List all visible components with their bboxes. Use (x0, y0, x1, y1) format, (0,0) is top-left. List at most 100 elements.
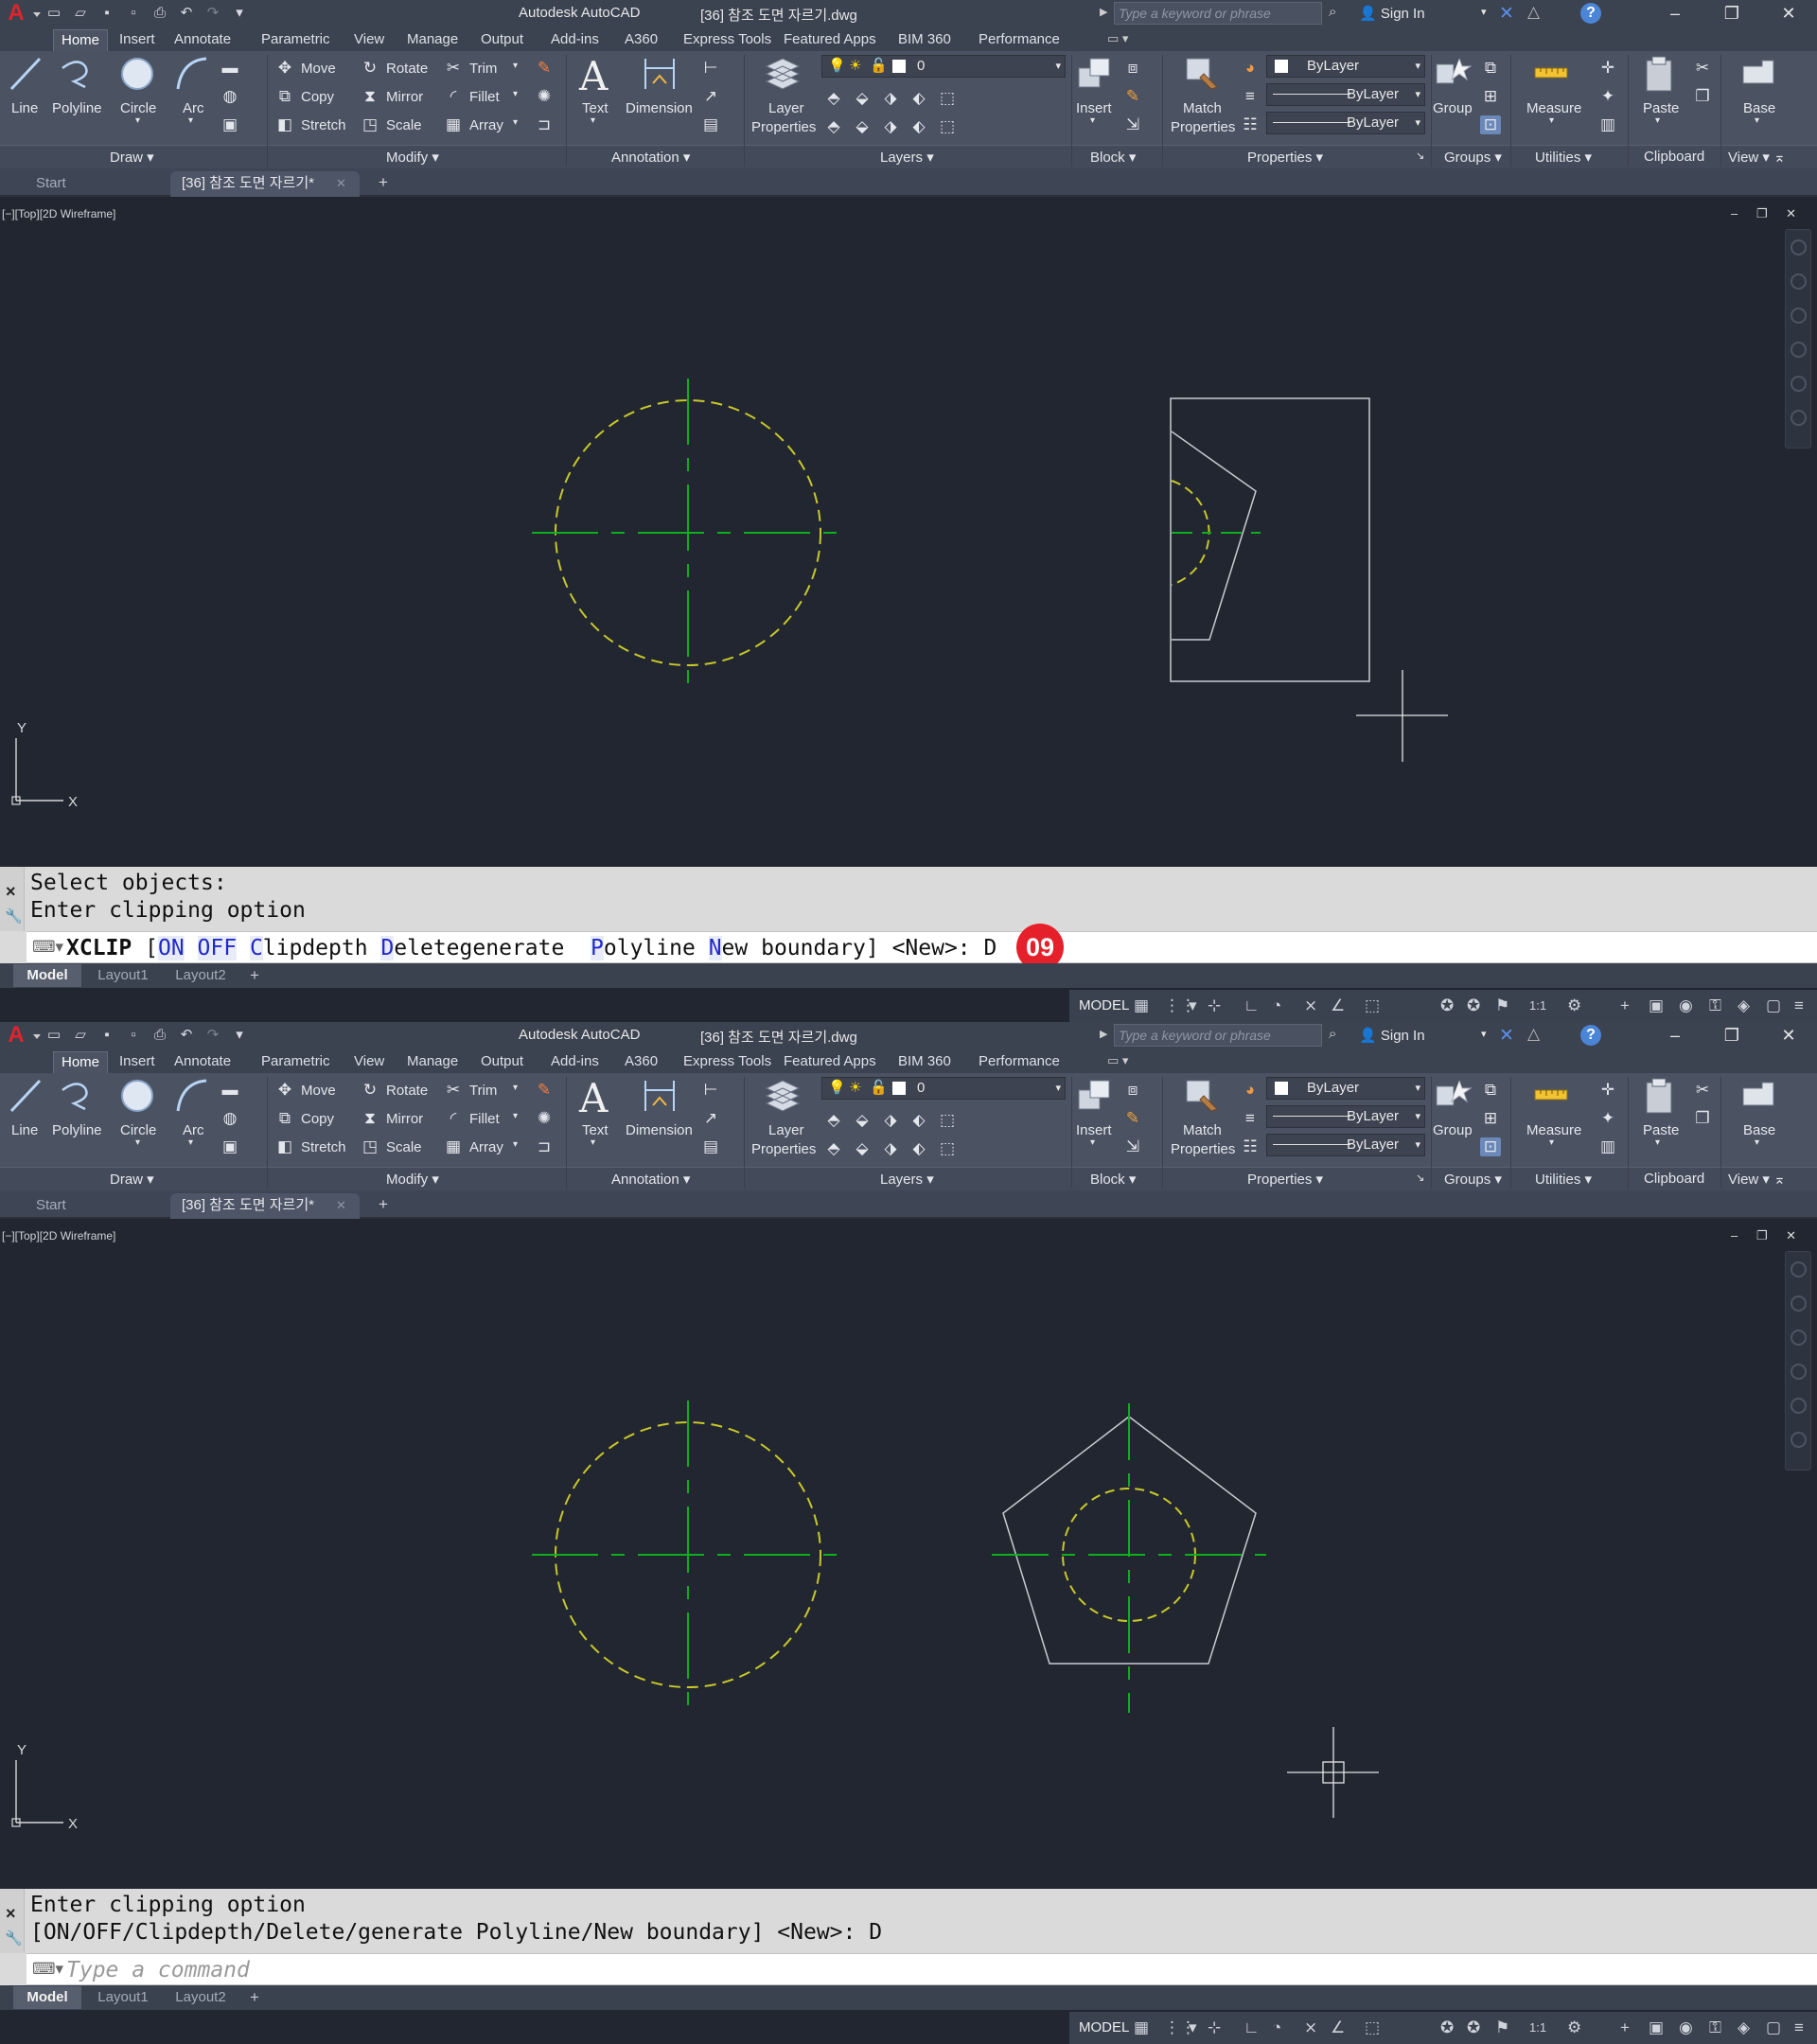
arc-icon[interactable] (172, 1077, 212, 1115)
insert-block-icon[interactable] (1075, 1077, 1115, 1115)
sign-in-button[interactable]: 👤 Sign In (1359, 1027, 1425, 1044)
ribbon-tab[interactable]: Featured Apps (776, 29, 884, 51)
object-snap-icon[interactable]: ⬚ (1365, 2018, 1380, 2038)
layer-tool-9-icon[interactable]: ⬖ (908, 117, 929, 136)
binoculars-icon[interactable]: ⌕ (1329, 1026, 1336, 1042)
help-icon[interactable]: ? (1580, 1025, 1601, 1046)
quick-select-icon[interactable]: ✛ (1597, 59, 1618, 78)
layers-panel-title[interactable]: Layers ▾ (880, 1171, 934, 1188)
app-menu-button[interactable]: A (2, 1023, 41, 1048)
auto-scale-icon[interactable]: ✪ (1467, 2018, 1480, 2038)
command-option-hotkey[interactable]: P (591, 936, 604, 960)
line-icon[interactable] (6, 55, 45, 93)
command-customize-icon[interactable]: 🔧 (5, 1929, 23, 1947)
measure-label[interactable]: Measure (1526, 100, 1581, 116)
quick-properties-icon[interactable]: ◉ (1679, 2018, 1693, 2038)
help-icon[interactable]: ? (1580, 3, 1601, 24)
layer-tool-6-icon[interactable]: ⬘ (823, 117, 844, 136)
linear-dim-icon[interactable]: ⊢ (700, 1081, 721, 1100)
infer-constraints-icon[interactable]: ⊹ (1208, 996, 1221, 1016)
scale-label[interactable]: Scale (386, 117, 422, 133)
minimize-icon[interactable]: – (1647, 0, 1703, 26)
grid-icon[interactable]: ▦ (1134, 996, 1149, 1016)
layer-tool-9-icon[interactable]: ⬖ (908, 1139, 929, 1158)
utilities-panel-title[interactable]: Utilities ▾ (1535, 1171, 1592, 1188)
linetype-dropdown[interactable]: ByLayer ▾ (1266, 1105, 1425, 1128)
layer-tool-2-icon[interactable]: ⬙ (852, 1111, 873, 1130)
text-label[interactable]: Text (582, 100, 609, 116)
properties-panel-title[interactable]: Properties ▾ (1247, 1171, 1323, 1188)
search-expand-icon[interactable]: ▶ (1100, 1028, 1107, 1040)
color-dropdown[interactable]: ByLayer ▾ (1266, 55, 1425, 78)
isodraft-icon[interactable]: ⨯ (1304, 996, 1317, 1016)
command-option[interactable]: boundary (748, 936, 866, 960)
drawing-viewport[interactable]: [−][Top][2D Wireframe] – ❐ ✕ Y X (0, 197, 1817, 867)
trim-label[interactable]: Trim (469, 1083, 497, 1099)
drawing-file-tab[interactable]: [36] 참조 도면 자르기* (170, 1193, 360, 1219)
dropdown-icon[interactable]: ▾ (1189, 2018, 1197, 2038)
polar-tracking-icon[interactable]: ◔ (1272, 2018, 1281, 2038)
arc-icon[interactable] (172, 55, 212, 93)
ortho-icon[interactable]: ∟ (1244, 996, 1260, 1016)
id-point-icon[interactable]: ✦ (1597, 1109, 1618, 1128)
layer-properties-icon[interactable] (763, 1077, 803, 1115)
paste-label[interactable]: Paste (1643, 1122, 1679, 1138)
layer-tool-5-icon[interactable]: ⬚ (937, 1111, 958, 1130)
start-tab[interactable]: Start (25, 1193, 167, 1219)
group-selection-icon[interactable]: ⊡ (1480, 1137, 1501, 1156)
layer-tool-10-icon[interactable]: ⬚ (937, 117, 958, 136)
dimension-label[interactable]: Dimension (626, 100, 693, 116)
isolate-objects-icon[interactable]: ◈ (1738, 996, 1750, 1016)
explode-icon[interactable]: ✺ (534, 1109, 555, 1128)
workspace-icon[interactable]: ⚙ (1567, 996, 1581, 1016)
polyline-icon[interactable] (57, 1077, 97, 1115)
ribbon-tab[interactable]: Add-ins (543, 29, 607, 51)
add-layout-icon[interactable]: + (250, 1988, 259, 2007)
ribbon-tab[interactable]: Home (53, 1051, 109, 1073)
layer-tool-10-icon[interactable]: ⬚ (937, 1139, 958, 1158)
redo-icon[interactable]: ↷ (203, 1025, 223, 1046)
layer-tool-8-icon[interactable]: ⬗ (880, 1139, 901, 1158)
hatch-icon[interactable]: ◍ (220, 1109, 240, 1128)
circle-icon[interactable] (117, 55, 157, 93)
command-option-text[interactable]: elete (394, 936, 459, 960)
insert-block-icon[interactable] (1075, 55, 1115, 93)
rotate-icon[interactable]: ↻ (360, 59, 380, 78)
paste-label[interactable]: Paste (1643, 100, 1679, 116)
new-file-icon[interactable]: ▭ (44, 3, 64, 24)
fillet-dropdown-icon[interactable]: ▾ (513, 1111, 518, 1121)
annotation-scale-value[interactable]: 1:1 (1529, 2018, 1546, 2038)
layer-tool-3-icon[interactable]: ⬗ (880, 89, 901, 108)
arc-label[interactable]: Arc (183, 1122, 204, 1138)
insert-dropdown-icon[interactable]: ▾ (1090, 115, 1095, 126)
command-option-text[interactable]: lipdepth (263, 936, 368, 960)
base-view-icon[interactable] (1739, 55, 1779, 93)
grid-icon[interactable]: ▦ (1134, 2018, 1149, 2038)
id-point-icon[interactable]: ✦ (1597, 87, 1618, 106)
measure-icon[interactable] (1531, 55, 1571, 93)
layer-properties-label-1[interactable]: Layer (768, 100, 804, 116)
mirror-icon[interactable]: ⧗ (360, 87, 380, 106)
units-icon[interactable]: ▣ (1649, 996, 1664, 1016)
layout-tab[interactable]: Model (13, 1986, 81, 2009)
start-tab[interactable]: Start (25, 171, 167, 197)
lock-ui-icon[interactable]: ⚿ (1709, 2018, 1721, 2038)
fillet-label[interactable]: Fillet (469, 1111, 500, 1127)
circle-dropdown-icon[interactable]: ▾ (135, 115, 140, 126)
command-option[interactable]: Clipdepth (249, 936, 368, 960)
move-label[interactable]: Move (301, 1083, 336, 1099)
hatch-icon[interactable]: ◍ (220, 87, 240, 106)
leader-icon[interactable]: ↗ (700, 1109, 721, 1128)
block-panel-title[interactable]: Block ▾ (1090, 149, 1136, 166)
move-label[interactable]: Move (301, 61, 336, 77)
copy-icon[interactable]: ⧉ (274, 87, 295, 106)
annotation-visibility-icon[interactable]: ✪ (1440, 996, 1454, 1016)
object-snap-tracking-icon[interactable]: ∠ (1331, 996, 1345, 1016)
new-tab-icon[interactable]: + (373, 1196, 394, 1213)
ribbon-tab[interactable]: View (346, 1051, 392, 1073)
lineweight-icon[interactable]: ≡ (1240, 87, 1261, 106)
sign-in-dropdown-icon[interactable]: ▾ (1481, 1028, 1487, 1040)
isolate-objects-icon[interactable]: ◈ (1738, 2018, 1750, 2038)
lineweight-icon[interactable]: ≡ (1240, 1109, 1261, 1128)
command-input[interactable]: ⌨▾ XCLIP [ON OFF Clipdepth Deletegenerate… (26, 924, 1817, 971)
